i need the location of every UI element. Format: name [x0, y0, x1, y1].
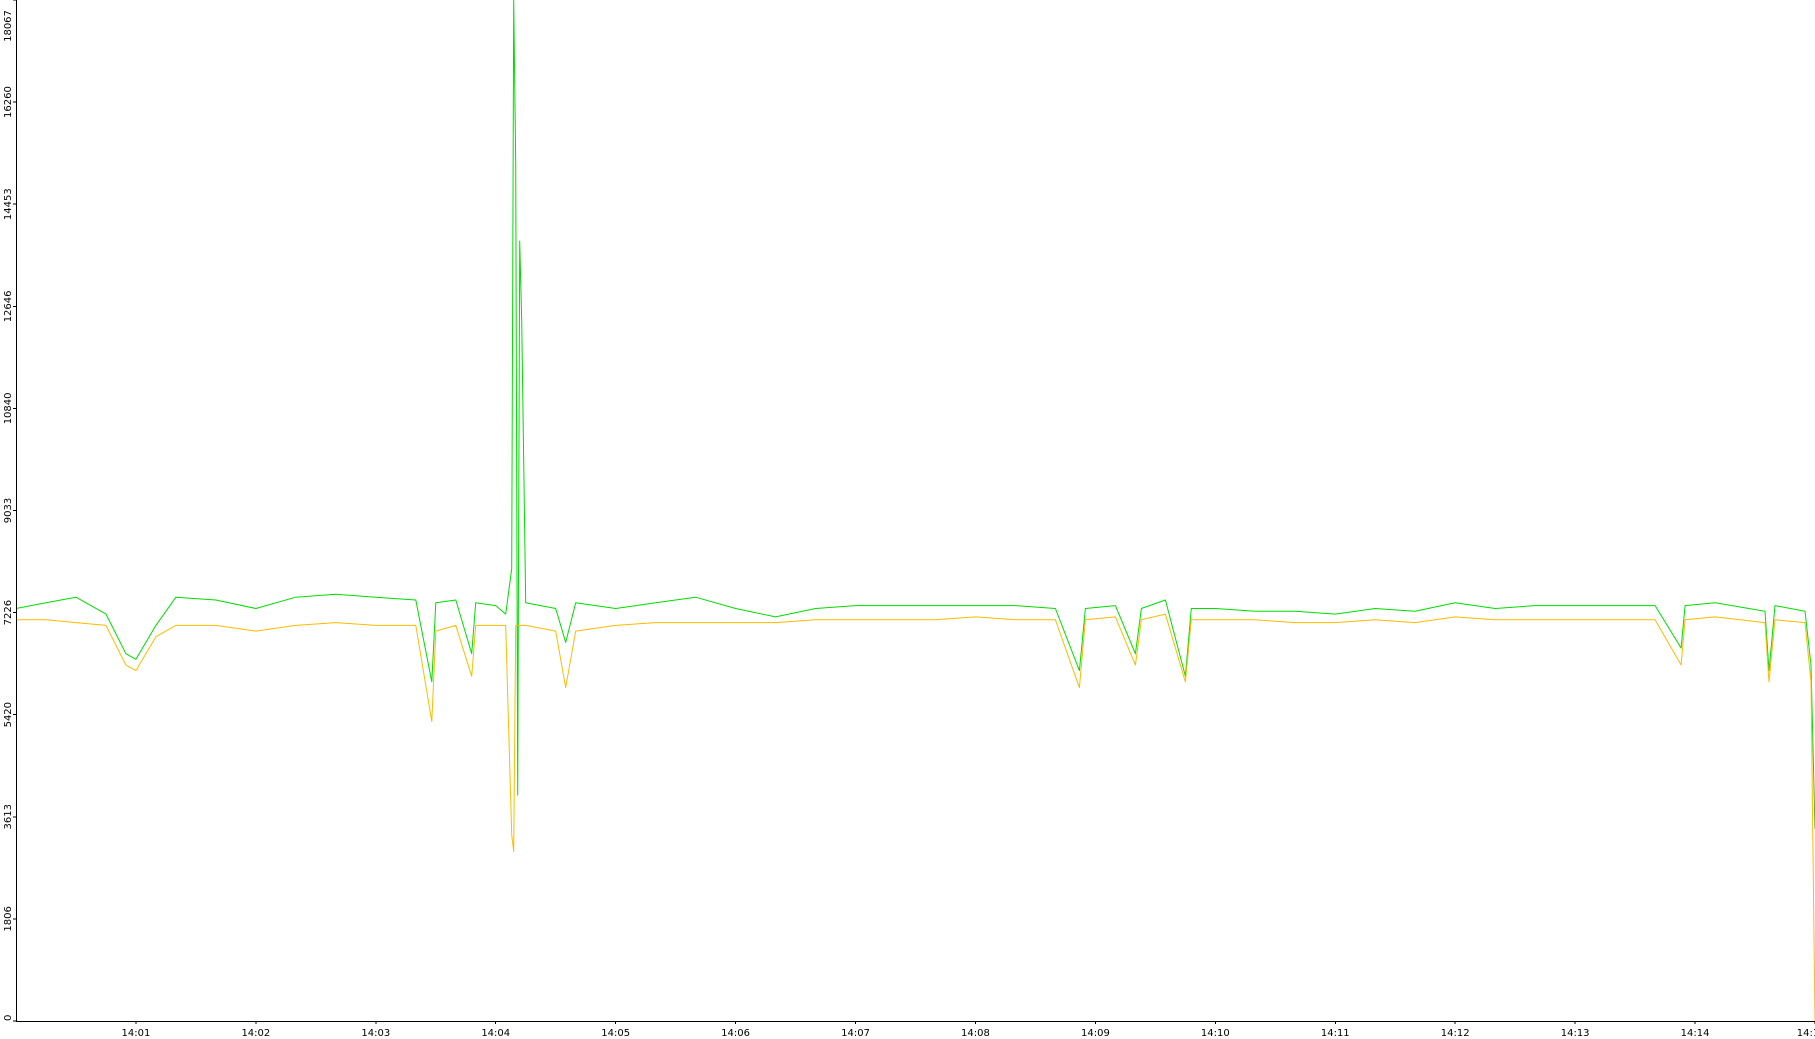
- x-tick-label: 14:06: [721, 1028, 750, 1039]
- x-tick-label: 14:1: [1797, 1028, 1815, 1039]
- x-tick-label: 14:08: [961, 1028, 990, 1039]
- y-tick-label: 5420: [3, 702, 14, 727]
- series-line-1: [15, 0, 1815, 829]
- x-tick-label: 14:04: [481, 1028, 510, 1039]
- y-tick-label: 1806: [3, 906, 14, 931]
- x-tick-label: 14:03: [361, 1028, 390, 1039]
- line-chart: 0 1806 3613 5420 7226 9033 10840 12646 14453 1626…: [3, 0, 1815, 1039]
- y-tick-label: 0: [3, 1015, 14, 1021]
- x-tick-label: 14:09: [1081, 1028, 1110, 1039]
- x-tick-label: 14:05: [601, 1028, 630, 1039]
- x-tick-label: 14:07: [841, 1028, 870, 1039]
- y-tick-label: 18067: [3, 10, 14, 42]
- y-tick-label: 9033: [3, 498, 14, 523]
- x-tick-label: 14:13: [1561, 1028, 1590, 1039]
- y-tick-label: 7226: [3, 600, 14, 625]
- x-tick-label: 14:01: [122, 1028, 151, 1039]
- y-tick-label: 16260: [3, 86, 14, 118]
- series-line-2: [16, 613, 1815, 1022]
- y-tick-label: 10840: [3, 392, 14, 424]
- y-tick-labels: 0 1806 3613 5420 7226 9033 10840 12646 14453 1626…: [3, 0, 16, 1022]
- x-tick-label: 14:14: [1681, 1028, 1710, 1039]
- y-tick-label: 14453: [3, 188, 14, 220]
- series-layer: [15, 0, 1815, 1022]
- axes-layer: [16, 0, 1815, 1022]
- x-tick-label: 14:11: [1321, 1028, 1350, 1039]
- y-tick-label: 3613: [3, 804, 14, 829]
- y-tick-label: 12646: [3, 290, 14, 322]
- x-tick-label: 14:12: [1441, 1028, 1470, 1039]
- x-tick-labels: 14:01 14:02 14:03 14:04 14:05 14:06 14:07 14:08…: [122, 1021, 1815, 1039]
- x-tick-label: 14:02: [241, 1028, 270, 1039]
- x-tick-label: 14:10: [1201, 1028, 1230, 1039]
